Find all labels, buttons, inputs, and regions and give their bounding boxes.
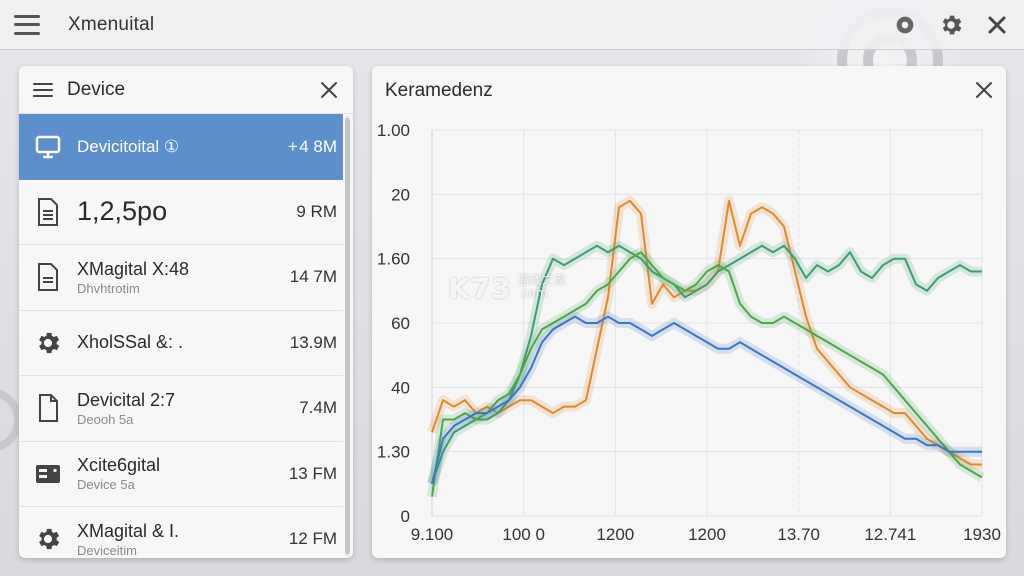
chart-panel-close-button[interactable] xyxy=(972,78,996,102)
device-list-item[interactable]: Devicital 2:7 Deooh 5a 7.4M xyxy=(19,376,343,442)
device-subtitle: Device 5a xyxy=(77,477,135,493)
chart-panel: 1.00 20 1.60 60 40 1.30 0 9.100 100 0 1200 1200 13.… xyxy=(372,66,1006,558)
x-tick-label: 12.741 xyxy=(864,525,916,544)
scrollbar-thumb[interactable] xyxy=(345,118,350,554)
x-tick-label: 1200 xyxy=(596,525,634,544)
x-tick-label: 1200 xyxy=(688,525,726,544)
device-size: 13 FM xyxy=(288,463,337,483)
chart-title: Keramedenz xyxy=(385,80,493,101)
gear-icon xyxy=(942,15,962,35)
device-panel-header: Device xyxy=(19,66,353,114)
y-tick-label: 20 xyxy=(391,185,410,204)
monitor-icon xyxy=(33,132,63,162)
file-icon xyxy=(33,393,63,423)
device-menu-button[interactable] xyxy=(33,82,53,97)
document-icon xyxy=(33,197,63,227)
device-subtitle: Dhvhtrotim xyxy=(77,280,140,296)
device-panel-title: Device xyxy=(67,78,126,100)
device-list-item[interactable]: XholSSal &: . 13.9M xyxy=(19,311,343,376)
x-tick-label: 1930 xyxy=(963,525,1001,544)
device-list-item[interactable]: XMagital X:48 Dhvhtrotim 14 7M xyxy=(19,245,343,311)
device-name: XMagital & I. xyxy=(77,520,180,541)
close-icon xyxy=(321,82,337,98)
y-tick-label: 60 xyxy=(391,314,410,333)
device-size: + 4 8M xyxy=(287,136,337,156)
watermark-text-line1: 游戏之家 xyxy=(518,273,567,287)
device-subtitle: Deooh 5a xyxy=(77,411,134,427)
device-name: Devicitoital ① xyxy=(77,136,180,156)
close-icon xyxy=(988,16,1006,34)
device-size: 14 7M xyxy=(289,267,337,287)
document-icon xyxy=(33,262,63,292)
device-list-item[interactable]: XMagital & I. Deviceitim 12 FM xyxy=(19,507,343,558)
device-name: XMagital X:48 xyxy=(77,258,190,279)
top-app-bar: Xmenuital xyxy=(0,0,1024,50)
device-name: Devicital 2:7 xyxy=(77,389,176,410)
x-tick-label: 100 0 xyxy=(502,525,545,544)
gear-icon xyxy=(33,328,63,358)
device-name: Xcite6gital xyxy=(77,455,161,476)
device-name: XholSSal &: . xyxy=(77,332,184,353)
x-tick-label: 9.100 xyxy=(411,525,454,544)
y-tick-label: 0 xyxy=(401,507,410,526)
device-size: 9 RM xyxy=(296,201,337,221)
device-list-scrollbar[interactable] xyxy=(345,116,350,556)
settings-badge-button[interactable] xyxy=(890,10,920,40)
device-list-item[interactable]: Devicitoital ① + 4 8M xyxy=(19,114,343,180)
x-tick-label: 13.70 xyxy=(777,525,820,544)
watermark-text: 游戏之家 .com xyxy=(518,274,566,300)
close-icon xyxy=(976,82,992,98)
y-tick-label: 1.00 xyxy=(377,121,410,140)
device-panel: Device Devicitoital ① + 4 8M 1,2,5po 9 R… xyxy=(19,66,353,558)
device-list: Devicitoital ① + 4 8M 1,2,5po 9 RM XMagi… xyxy=(19,114,343,558)
device-size: 13.9M xyxy=(289,332,337,352)
main-menu-button[interactable] xyxy=(14,14,40,35)
watermark: K73 游戏之家 .com xyxy=(448,272,566,305)
top-actions xyxy=(890,10,1012,40)
watermark-text-line2: .com xyxy=(518,286,548,300)
device-size: 12 FM xyxy=(288,529,337,549)
y-tick-label: 1.30 xyxy=(377,443,410,462)
device-subtitle: Deviceitim xyxy=(77,542,137,558)
y-tick-label: 40 xyxy=(391,378,410,397)
y-tick-label: 1.60 xyxy=(377,250,410,269)
server-icon xyxy=(33,459,63,489)
settings-button[interactable] xyxy=(936,10,966,40)
device-size: 7.4M xyxy=(299,398,337,418)
gear-badge-icon xyxy=(896,16,914,34)
app-title: Xmenuital xyxy=(68,13,155,35)
device-panel-close-button[interactable] xyxy=(317,78,341,102)
device-list-item[interactable]: 1,2,5po 9 RM xyxy=(19,180,343,245)
gear-icon xyxy=(33,524,63,554)
watermark-logo: K73 xyxy=(448,272,512,305)
close-app-button[interactable] xyxy=(982,10,1012,40)
device-name: 1,2,5po xyxy=(77,196,168,227)
line-chart: 1.00 20 1.60 60 40 1.30 09.100 100 0 1200 1200 13.… xyxy=(377,121,1001,544)
device-list-item[interactable]: Xcite6gital Device 5a 13 FM xyxy=(19,442,343,507)
